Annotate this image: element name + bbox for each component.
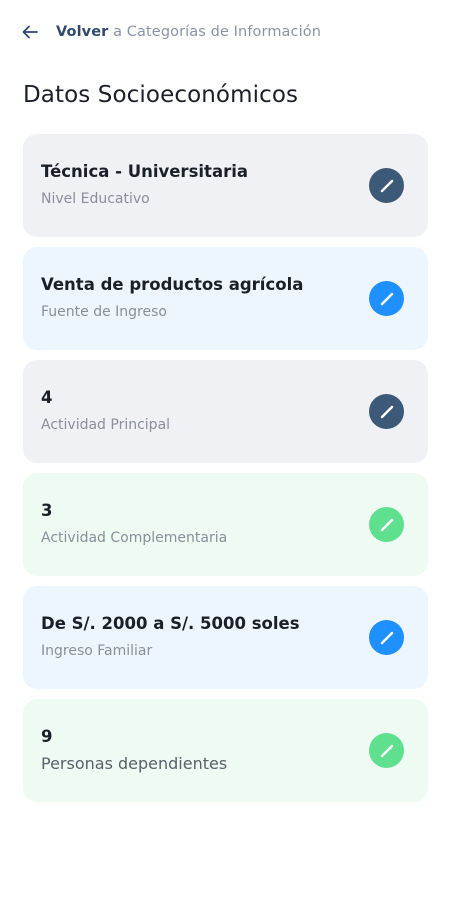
back-link-strong[interactable]: Volver (56, 24, 108, 40)
arrow-left-icon[interactable] (22, 25, 40, 39)
card-label: Nivel Educativo (41, 191, 150, 207)
card-value: De S/. 2000 a S/. 5000 soles (41, 614, 300, 633)
pencil-icon (380, 179, 393, 192)
card-personas-dependientes: 9 Personas dependientes (23, 699, 428, 802)
card-value: 4 (41, 388, 53, 407)
pencil-icon (380, 518, 393, 531)
card-value: Venta de productos agrícola (41, 275, 304, 294)
card-label: Ingreso Familiar (41, 643, 153, 659)
pencil-icon (380, 744, 393, 757)
edit-button[interactable] (369, 394, 404, 429)
edit-button[interactable] (369, 733, 404, 768)
card-value: Técnica - Universitaria (41, 162, 248, 181)
edit-button[interactable] (369, 620, 404, 655)
edit-button[interactable] (369, 507, 404, 542)
back-link-text[interactable]: Volver a Categorías de Información (56, 24, 321, 40)
card-ingreso-familiar: De S/. 2000 a S/. 5000 soles Ingreso Fam… (23, 586, 428, 689)
card-label: Personas dependientes (41, 754, 228, 773)
pencil-icon (380, 631, 393, 644)
card-value: 9 (41, 727, 53, 746)
card-actividad-complementaria: 3 Actividad Complementaria (23, 473, 428, 576)
edit-button[interactable] (369, 168, 404, 203)
card-fuente-de-ingreso: Venta de productos agrícola Fuente de In… (23, 247, 428, 350)
back-link[interactable]: Volver a Categorías de Información (22, 20, 321, 44)
card-list: Técnica - Universitaria Nivel Educativo … (23, 134, 428, 812)
card-value: 3 (41, 501, 53, 520)
card-nivel-educativo: Técnica - Universitaria Nivel Educativo (23, 134, 428, 237)
card-actividad-principal: 4 Actividad Principal (23, 360, 428, 463)
card-label: Fuente de Ingreso (41, 304, 167, 320)
card-label: Actividad Complementaria (41, 530, 228, 546)
edit-button[interactable] (369, 281, 404, 316)
pencil-icon (380, 292, 393, 305)
back-link-rest[interactable]: a Categorías de Información (108, 24, 321, 40)
card-label: Actividad Principal (41, 417, 171, 433)
page-title: Datos Socioeconómicos (23, 82, 299, 108)
pencil-icon (380, 405, 393, 418)
